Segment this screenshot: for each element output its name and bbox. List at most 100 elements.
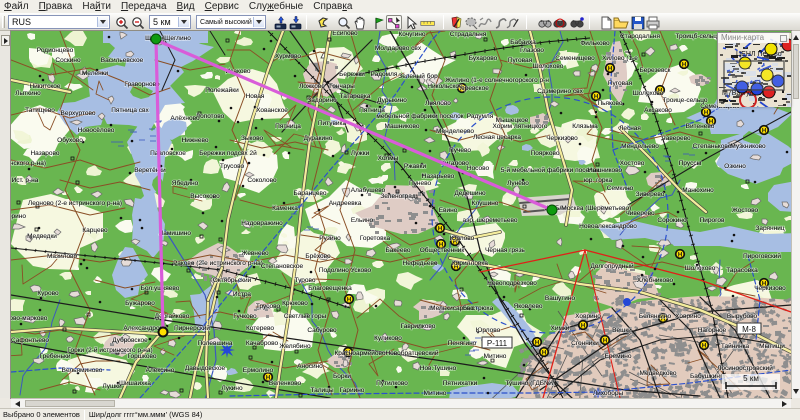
svg-text:Лосиноостровский: Лосиноостровский: [717, 364, 773, 372]
svg-text:Карцево: Карцево: [82, 227, 108, 234]
svg-text:Холмы: Холмы: [378, 155, 399, 162]
svg-text:Леоново (2-е истринского р-на): Леоново (2-е истринского р-на): [28, 200, 122, 207]
svg-text:Хованское: Хованское: [256, 107, 288, 114]
svg-text:Нижнево: Нижнево: [182, 137, 209, 144]
svg-text:Зиверево: Зиверево: [636, 191, 665, 198]
svg-text:Бабаиха: Бабаиха: [510, 38, 536, 46]
svg-text:Никольское: Никольское: [427, 83, 463, 90]
svg-text:Пенягино: Пенягино: [448, 340, 477, 347]
svg-text:мебельной фабрики поселок: мебельной фабрики поселок: [376, 112, 463, 120]
svg-text:Путилково: Путилково: [376, 380, 408, 387]
svg-text:Трусово: Трусово: [220, 163, 245, 170]
svg-text:Степановское: Степановское: [261, 263, 304, 270]
svg-text:Трусово: Трусово: [256, 303, 281, 310]
svg-text:ЩЕБ/Москва (Шереметьево): ЩЕБ/Москва (Шереметьево): [545, 205, 631, 212]
svg-text:H: H: [347, 297, 351, 303]
svg-text:Долгопрудный: Долгопрудный: [590, 262, 634, 270]
svg-text:Семенищево: Семенищево: [555, 55, 595, 62]
svg-text:Куликово: Куликово: [374, 335, 402, 342]
svg-text:Чиверево: Чиверево: [625, 210, 655, 217]
svg-text:Хилово (1-е: Хилово (1-е: [602, 55, 638, 62]
svg-text:Пирогов: Пирогов: [700, 217, 725, 224]
svg-text:Ерёмино: Ерёмино: [605, 353, 632, 360]
svg-text:Дубровское: Дубровское: [112, 336, 148, 344]
svg-text:Баранцево: Баранцево: [294, 190, 327, 197]
svg-text:Новобратцевский: Новобратцевский: [385, 349, 438, 357]
svg-text:Троице-сельцо: Троице-сельцо: [663, 97, 708, 104]
svg-text:Истра: Истра: [233, 291, 252, 298]
svg-text:Кирилловка: Кирилловка: [452, 260, 488, 267]
svg-text:H: H: [678, 252, 682, 258]
svg-text:Яковлево: Яковлево: [514, 303, 543, 310]
svg-text:Бол.ушкяево: Бол.ушкяево: [141, 285, 180, 292]
svg-text:Нефедьево: Нефедьево: [403, 260, 438, 267]
svg-text:Надовражино: Надовражино: [241, 220, 283, 227]
svg-text:Зарянниц: Зарянниц: [755, 225, 784, 232]
svg-text:Носово: Носово: [467, 165, 490, 172]
svg-text:Радумля: Радумля: [467, 113, 494, 120]
svg-text:Лопотово: Лопотово: [196, 113, 225, 120]
svg-text:Талицы: Талицы: [310, 387, 333, 394]
svg-text:Бабушкин: Бабушкин: [690, 372, 720, 380]
svg-text:Музкниково: Музкниково: [730, 143, 766, 150]
svg-text:Гариино: Гариино: [340, 387, 365, 394]
svg-text:Пятница свх: Пятница свх: [111, 107, 149, 114]
svg-text:Высоково: Высоково: [190, 193, 220, 200]
svg-text:Раково (2-е истринского р-на): Раково (2-е истринского р-на): [173, 260, 263, 267]
svg-text:Горетовка: Горетовка: [360, 235, 391, 242]
svg-text:Октябрьский: Октябрьский: [213, 276, 252, 284]
svg-text:Хурмово: Хурмово: [275, 53, 301, 60]
svg-text:Назарово: Назарово: [30, 150, 59, 157]
svg-text:Митино: Митино: [484, 353, 507, 360]
svg-text:Хостово: Хостово: [620, 160, 645, 167]
svg-text:Ржавки: Ржавки: [404, 163, 427, 170]
svg-text:Машниково: Машниково: [384, 123, 419, 130]
svg-text:Благовещенка: Благовещенка: [308, 285, 352, 292]
svg-text:Озкино: Озкино: [724, 163, 746, 170]
svg-text:Васильевское: Васильевское: [101, 57, 144, 64]
svg-text:H: H: [542, 350, 546, 356]
svg-text:Гаврилково: Гаврилково: [401, 323, 436, 330]
svg-text:Лесная: Лесная: [619, 125, 641, 132]
svg-text:Черкизово: Черкизово: [754, 285, 786, 292]
svg-text:Белянкино: Белянкино: [639, 313, 672, 320]
svg-text:Ложково: Ложково: [299, 83, 325, 90]
svg-text:М-8: М-8: [742, 325, 756, 334]
svg-text:Алабушево: Алабушево: [351, 186, 386, 194]
svg-text:Льялово: Льялово: [425, 100, 451, 107]
svg-text:Бережки: Бережки: [339, 71, 365, 78]
svg-text:Степаньково: Степаньково: [693, 143, 732, 150]
svg-text:Вешки: Вешки: [612, 327, 632, 334]
svg-text:Соколово: Соколово: [247, 177, 277, 184]
svg-text:Полежайки: Полежайки: [205, 86, 239, 94]
svg-text:Кочугино: Кочугино: [398, 31, 425, 38]
svg-text:Шолохово: Шолохово: [633, 90, 664, 97]
svg-text:Пуговая: Пуговая: [508, 57, 533, 64]
svg-text:Павловское: Павловское: [150, 150, 186, 157]
svg-text:Страдальня: Страдальня: [450, 31, 487, 38]
svg-text:юр. горка: юр. горка: [584, 177, 613, 184]
svg-text:Курово: Курово: [37, 290, 59, 297]
svg-text:Березевск: Березевск: [640, 67, 671, 74]
svg-text:Бухарово: Бухарово: [469, 55, 498, 62]
svg-text:Зеленоград: Зеленоград: [380, 193, 416, 200]
svg-text:Тайнинка: Тайнинка: [721, 342, 750, 350]
svg-text:Мазилово: Мазилово: [47, 253, 78, 260]
svg-text:Меленки: Меленки: [82, 70, 109, 77]
svg-text:Клушино: Клушино: [472, 200, 499, 207]
svg-text:Верхуртово: Верхуртово: [61, 110, 96, 117]
svg-text:Дурсуково-марково: Дурсуково-марково: [11, 315, 48, 322]
svg-text:Лушки: Лушки: [102, 383, 122, 390]
svg-text:Жостово: Жостово: [732, 207, 759, 214]
svg-text:Сафонтьево: Сафонтьево: [11, 337, 49, 344]
svg-text:Митино: Митино: [424, 390, 447, 397]
svg-text:H: H: [438, 226, 442, 232]
svg-text:Чаверево: Чаверево: [661, 135, 691, 142]
svg-text:Обухово: Обухово: [57, 136, 83, 144]
svg-text:Семкино: Семкино: [607, 185, 634, 192]
svg-text:Татаровка: Татаровка: [340, 93, 371, 100]
svg-text:Тушино (ГДБ№7: Тушино (ГДБ№7: [505, 380, 555, 387]
svg-text:Ябедино: Ябедино: [172, 179, 199, 187]
svg-text:5 км: 5 км: [743, 374, 759, 383]
svg-text:Бужарово: Бужарово: [125, 300, 155, 307]
